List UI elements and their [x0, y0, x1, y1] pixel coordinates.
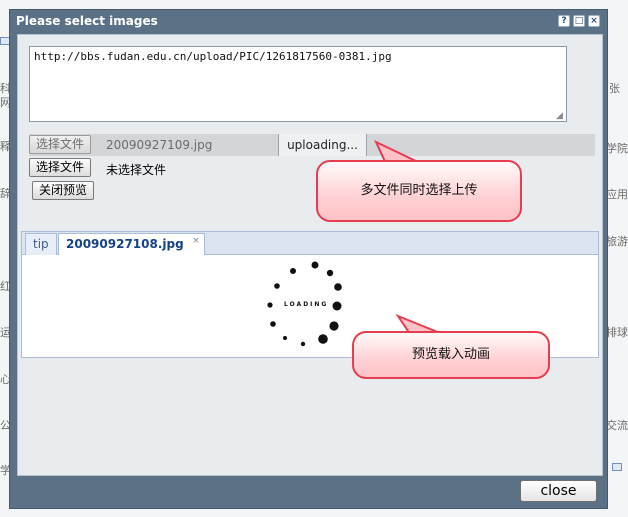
- callout-text: 预览载入动画: [411, 347, 490, 362]
- choose-file-button[interactable]: 选择文件: [29, 158, 92, 177]
- dialog-titlebar[interactable]: Please select images ? □ ×: [10, 10, 607, 34]
- tab-tip[interactable]: tip: [25, 233, 57, 255]
- close-button[interactable]: close: [520, 480, 597, 502]
- select-images-dialog: Please select images ? □ × http://bbs.fu…: [9, 9, 608, 509]
- upload-progress-row: 选择文件 20090927109.jpg uploading...: [29, 134, 595, 156]
- uploading-filename: 20090927109.jpg: [106, 138, 213, 152]
- choose-file-button-disabled: 选择文件: [29, 135, 92, 154]
- help-icon[interactable]: ?: [558, 15, 570, 27]
- background-text: 排球: [606, 326, 628, 339]
- maximize-icon[interactable]: □: [573, 15, 585, 27]
- background-marker-icon: [612, 463, 622, 471]
- loading-text: LOADING: [284, 301, 329, 308]
- background-text: 张: [609, 82, 620, 95]
- tab-preview-image[interactable]: 20090927108.jpg ×: [58, 233, 205, 255]
- background-text: 应用: [606, 188, 628, 201]
- dialog-content: http://bbs.fudan.edu.cn/upload/PIC/12618…: [17, 34, 603, 476]
- url-textarea[interactable]: http://bbs.fudan.edu.cn/upload/PIC/12618…: [29, 46, 567, 122]
- callout-multi-upload: 多文件同时选择上传: [316, 160, 522, 222]
- upload-status: uploading...: [278, 134, 367, 156]
- callout-text: 多文件同时选择上传: [360, 183, 478, 198]
- background-text: 旅游: [606, 235, 628, 248]
- no-file-selected-text: 未选择文件: [106, 163, 167, 177]
- close-icon[interactable]: ×: [588, 15, 600, 27]
- callout-preview-animation: 预览载入动画: [352, 331, 550, 379]
- tab-close-icon[interactable]: ×: [192, 236, 200, 246]
- background-text: 学院: [606, 142, 628, 155]
- preview-tabs: tip 20090927108.jpg ×: [21, 231, 599, 255]
- background-text: 交流: [606, 419, 628, 432]
- close-preview-button[interactable]: 关闭预览: [32, 181, 95, 200]
- dialog-title: Please select images: [16, 14, 158, 28]
- resize-grip-icon[interactable]: ◢: [556, 111, 566, 121]
- tab-label: 20090927108.jpg: [66, 237, 184, 251]
